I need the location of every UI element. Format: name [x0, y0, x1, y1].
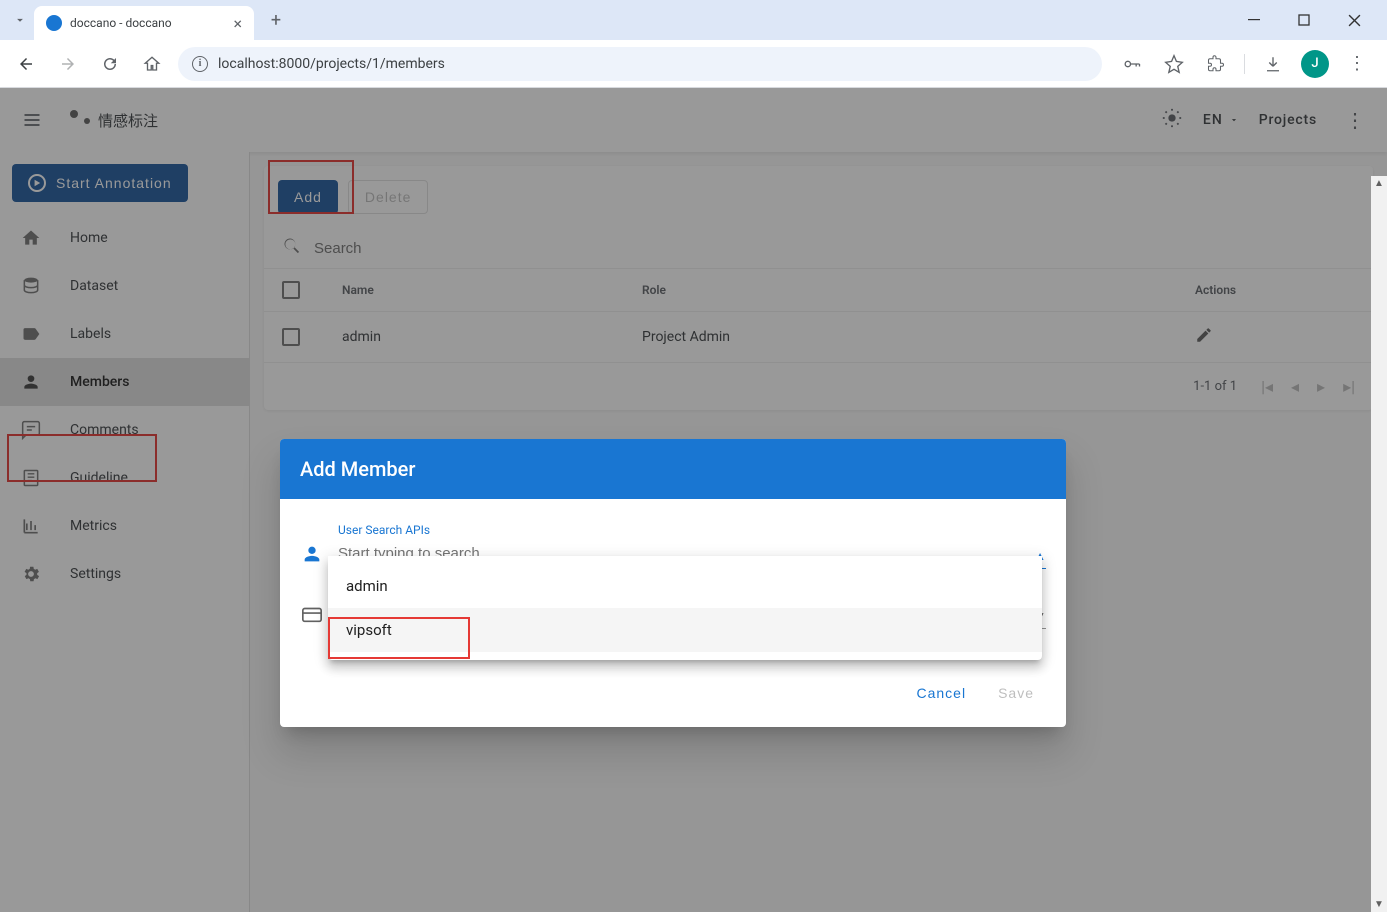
- site-info-icon[interactable]: i: [192, 56, 208, 72]
- toolbar-separator: [1244, 54, 1245, 74]
- url-text: localhost:8000/projects/1/members: [218, 56, 445, 72]
- app-container: 情感标注 EN Projects ⋮ Start Annotation H: [0, 88, 1387, 912]
- user-dropdown-list: admin vipsoft: [328, 556, 1042, 660]
- browser-menu-icon[interactable]: ⋮: [1343, 50, 1371, 78]
- save-button: Save: [986, 677, 1046, 709]
- profile-avatar[interactable]: J: [1301, 50, 1329, 78]
- role-field-icon: [300, 603, 324, 629]
- extensions-icon[interactable]: [1202, 50, 1230, 78]
- cancel-button[interactable]: Cancel: [904, 677, 978, 709]
- user-field-icon: [300, 543, 324, 569]
- address-bar: i localhost:8000/projects/1/members J ⋮: [0, 40, 1387, 88]
- dropdown-option-vipsoft[interactable]: vipsoft: [328, 608, 1042, 652]
- vertical-scrollbar[interactable]: ▲ ▼: [1371, 176, 1387, 912]
- scroll-down-arrow-icon[interactable]: ▼: [1374, 899, 1384, 910]
- forward-button: [52, 48, 84, 80]
- new-tab-button[interactable]: +: [262, 6, 290, 34]
- downloads-icon[interactable]: [1259, 50, 1287, 78]
- maximize-button[interactable]: [1289, 5, 1319, 35]
- tab-list-dropdown[interactable]: [6, 6, 34, 34]
- favicon: [46, 15, 62, 31]
- url-bar[interactable]: i localhost:8000/projects/1/members: [178, 47, 1102, 81]
- home-button[interactable]: [136, 48, 168, 80]
- minimize-button[interactable]: [1239, 5, 1269, 35]
- browser-chrome: doccano - doccano × +: [0, 0, 1387, 88]
- password-key-icon[interactable]: [1118, 50, 1146, 78]
- bookmark-star-icon[interactable]: [1160, 50, 1188, 78]
- dialog-title: Add Member: [280, 439, 1066, 499]
- back-button[interactable]: [10, 48, 42, 80]
- tab-close-icon[interactable]: ×: [233, 14, 242, 33]
- close-window-button[interactable]: [1339, 5, 1369, 35]
- user-field-label: User Search APIs: [338, 523, 1046, 537]
- tab-bar: doccano - doccano × +: [0, 0, 1387, 40]
- reload-button[interactable]: [94, 48, 126, 80]
- scroll-up-arrow-icon[interactable]: ▲: [1374, 178, 1384, 189]
- dropdown-option-admin[interactable]: admin: [328, 564, 1042, 608]
- browser-tab[interactable]: doccano - doccano ×: [34, 6, 254, 40]
- tab-title: doccano - doccano: [70, 16, 225, 30]
- window-controls: [1239, 5, 1381, 35]
